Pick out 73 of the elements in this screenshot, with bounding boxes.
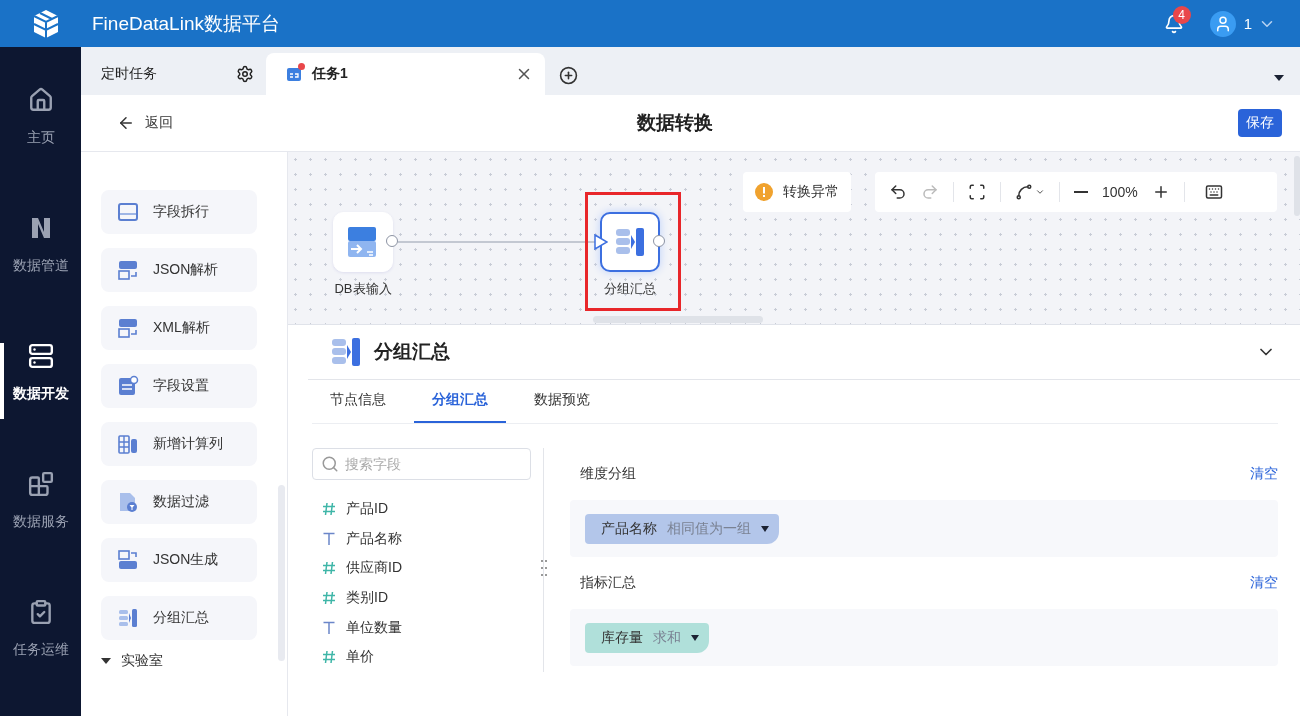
server-icon bbox=[27, 343, 54, 369]
notification-count: 4 bbox=[1172, 5, 1191, 24]
task-tab[interactable]: 任务1 bbox=[266, 53, 545, 95]
palette-item[interactable]: JSON解析 bbox=[101, 248, 257, 292]
warning-icon bbox=[755, 183, 773, 201]
error-status[interactable]: 转换异常 bbox=[743, 172, 851, 212]
palette-item[interactable]: 数据过滤 bbox=[101, 480, 257, 524]
panel-title: 分组汇总 bbox=[374, 340, 451, 364]
json-generate-icon bbox=[117, 549, 139, 571]
group-summary-icon bbox=[117, 607, 139, 629]
group-title: 维度分组 bbox=[580, 465, 636, 483]
panel-tab[interactable]: 数据预览 bbox=[516, 391, 608, 423]
split-rows-icon bbox=[117, 201, 139, 223]
caret-icon bbox=[1035, 187, 1045, 197]
add-tab-button[interactable] bbox=[559, 66, 578, 85]
panel-tab[interactable]: 节点信息 bbox=[312, 391, 404, 423]
nav-item[interactable]: 任务运维 bbox=[0, 599, 81, 675]
node-label: DB表输入 bbox=[334, 280, 392, 298]
user-name[interactable]: 1 bbox=[1243, 15, 1252, 32]
filter-icon bbox=[117, 491, 139, 513]
field-chip[interactable]: 库存量 求和 bbox=[585, 622, 709, 653]
drag-handle-icon[interactable] bbox=[540, 558, 548, 578]
app-title: FineDataLink数据平台 bbox=[92, 11, 281, 36]
field-item[interactable]: 产品ID bbox=[312, 494, 531, 524]
palette-item[interactable]: JSON生成 bbox=[101, 538, 257, 582]
minus-icon bbox=[1074, 191, 1088, 193]
settings-icon[interactable] bbox=[236, 65, 254, 83]
panel-tab[interactable]: 分组汇总 bbox=[414, 391, 506, 423]
field-item[interactable]: 供应商ID bbox=[312, 553, 531, 583]
fit-view-button[interactable] bbox=[968, 183, 986, 201]
blocks-icon bbox=[27, 471, 54, 497]
user-avatar[interactable] bbox=[1209, 10, 1236, 37]
xml-parse-icon bbox=[117, 317, 139, 339]
scrollbar-thumb[interactable] bbox=[593, 316, 763, 323]
flow-node[interactable] bbox=[600, 212, 660, 272]
drop-zone[interactable]: 库存量 求和 bbox=[570, 609, 1278, 666]
keyboard-button[interactable] bbox=[1204, 183, 1223, 201]
field-item[interactable]: 单价 bbox=[312, 642, 531, 673]
zoom-level: 100% bbox=[1102, 184, 1138, 200]
task-icon bbox=[286, 66, 302, 82]
palette-item[interactable]: 分组汇总 bbox=[101, 596, 257, 640]
palette-item[interactable]: 新增计算列 bbox=[101, 422, 257, 466]
save-button[interactable]: 保存 bbox=[1238, 109, 1282, 137]
nav-item[interactable]: 数据服务 bbox=[0, 471, 81, 547]
json-parse-icon bbox=[117, 259, 139, 281]
nav-item[interactable]: 主页 bbox=[0, 87, 81, 163]
table-settings-icon bbox=[117, 375, 139, 397]
undo-button[interactable] bbox=[889, 183, 907, 201]
caret-icon[interactable] bbox=[1274, 75, 1284, 81]
palette-item[interactable]: 字段拆行 bbox=[101, 190, 257, 234]
home-icon bbox=[27, 87, 54, 113]
field-chip[interactable]: 产品名称 相同值为一组 bbox=[585, 513, 779, 544]
page-title: 数据转换 bbox=[637, 111, 714, 135]
add-column-icon bbox=[117, 433, 139, 455]
field-item[interactable]: 单位数量 bbox=[312, 612, 531, 643]
clear-link[interactable]: 清空 bbox=[1250, 574, 1278, 592]
search-field[interactable]: 搜索字段 bbox=[312, 448, 531, 480]
palette-item[interactable]: XML解析 bbox=[101, 306, 257, 350]
input-port-icon bbox=[594, 234, 608, 250]
palette-item[interactable]: 字段设置 bbox=[101, 364, 257, 408]
drop-zone[interactable]: 产品名称 相同值为一组 bbox=[570, 500, 1278, 557]
nav-item[interactable]: 数据开发 bbox=[0, 343, 81, 419]
group-title: 指标汇总 bbox=[580, 574, 636, 592]
field-item[interactable]: 类别ID bbox=[312, 583, 531, 613]
back-link[interactable]: 返回 bbox=[117, 114, 637, 132]
search-icon bbox=[321, 455, 339, 473]
field-item[interactable]: 产品名称 bbox=[312, 523, 531, 554]
node-label: 分组汇总 bbox=[604, 280, 656, 298]
nav-item[interactable]: 数据管道 bbox=[0, 215, 81, 291]
layout-button[interactable] bbox=[1015, 183, 1045, 201]
section-header[interactable]: 实验室 bbox=[101, 652, 287, 670]
task-tab[interactable]: 定时任务 bbox=[81, 53, 266, 95]
clear-link[interactable]: 清空 bbox=[1250, 465, 1278, 483]
